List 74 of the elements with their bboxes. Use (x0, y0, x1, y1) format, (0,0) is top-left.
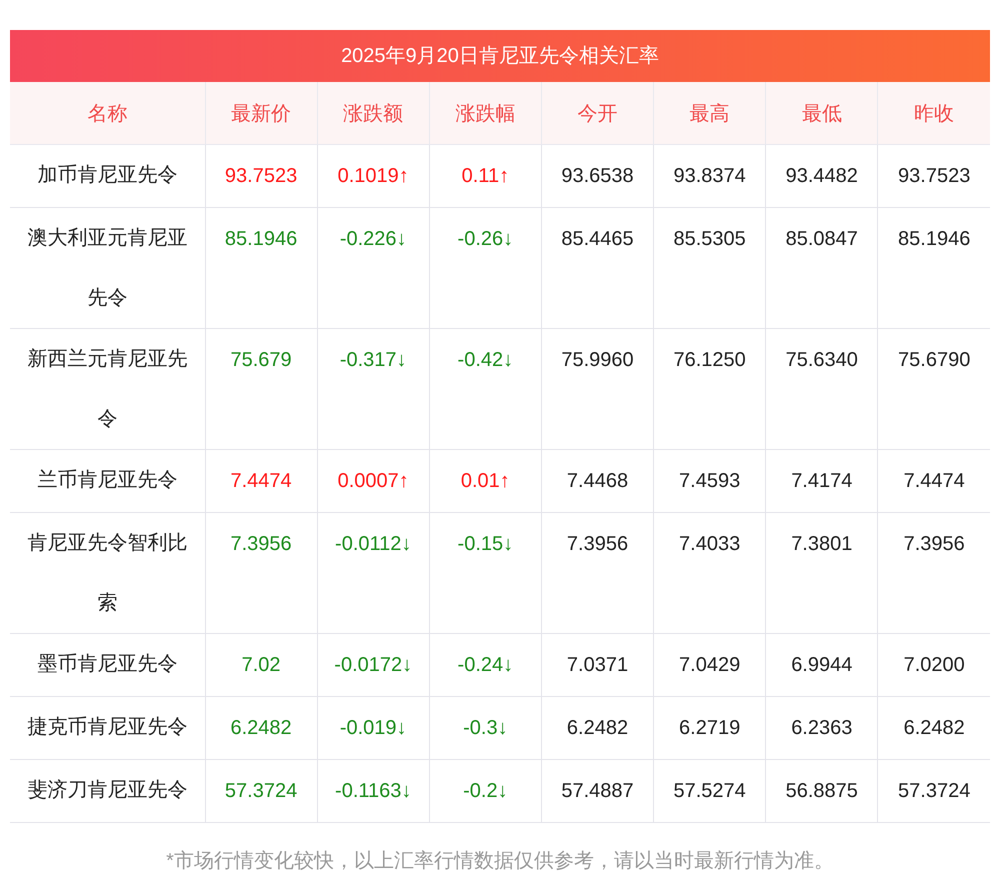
column-header: 昨收 (878, 82, 990, 144)
currency-pair-name: 捷克币肯尼亚先令 (10, 696, 205, 760)
footnote: *市场行情变化较快，以上汇率行情数据仅供参考，请以当时最新行情为准。 (165, 849, 835, 874)
high-price: 7.4593 (654, 450, 766, 512)
latest-price: 7.02 (205, 634, 318, 696)
latest-price: 7.4474 (205, 450, 318, 512)
open-price: 7.4468 (541, 450, 654, 512)
latest-price: 57.3724 (205, 760, 318, 822)
change-percent: -0.15↓ (429, 512, 542, 634)
low-price: 56.8875 (766, 760, 878, 822)
change-amount: -0.0112↓ (317, 512, 430, 634)
high-price: 76.1250 (654, 328, 766, 450)
column-header: 名称 (10, 82, 205, 144)
change-percent: -0.2↓ (429, 760, 542, 822)
currency-pair-name: 加币肯尼亚先令 (10, 144, 205, 208)
low-price: 7.4174 (766, 450, 878, 512)
open-price: 6.2482 (541, 696, 654, 760)
change-percent: -0.26↓ (429, 208, 542, 328)
change-amount: -0.226↓ (317, 208, 430, 328)
currency-pair-name: 肯尼亚先令智利比索 (10, 512, 205, 634)
latest-price: 7.3956 (205, 512, 318, 634)
high-price: 7.4033 (654, 512, 766, 634)
change-percent: -0.24↓ (429, 634, 542, 696)
change-percent: -0.42↓ (429, 328, 542, 450)
low-price: 7.3801 (766, 512, 878, 634)
latest-price: 93.7523 (205, 144, 318, 208)
high-price: 6.2719 (654, 696, 766, 760)
currency-pair-name: 新西兰元肯尼亚先令 (10, 328, 205, 450)
column-header: 涨跌额 (317, 82, 430, 144)
change-amount: 0.0007↑ (317, 450, 430, 512)
low-price: 75.6340 (766, 328, 878, 450)
column-header: 涨跌幅 (429, 82, 542, 144)
high-price: 57.5274 (654, 760, 766, 822)
high-price: 93.8374 (654, 144, 766, 208)
currency-pair-name: 兰币肯尼亚先令 (10, 450, 205, 512)
open-price: 75.9960 (541, 328, 654, 450)
low-price: 93.4482 (766, 144, 878, 208)
column-header: 今开 (541, 82, 654, 144)
column-header: 最新价 (205, 82, 318, 144)
change-percent: 0.01↑ (429, 450, 542, 512)
open-price: 85.4465 (541, 208, 654, 328)
open-price: 57.4887 (541, 760, 654, 822)
latest-price: 85.1946 (205, 208, 318, 328)
open-price: 7.3956 (541, 512, 654, 634)
latest-price: 75.679 (205, 328, 318, 450)
currency-pair-name: 墨币肯尼亚先令 (10, 634, 205, 696)
column-header: 最高 (654, 82, 766, 144)
change-amount: -0.1163↓ (317, 760, 430, 822)
latest-price: 6.2482 (205, 696, 318, 760)
change-amount: -0.019↓ (317, 696, 430, 760)
table-title: 2025年9月20日肯尼亚先令相关汇率 (10, 30, 990, 82)
previous-close: 93.7523 (878, 144, 990, 208)
previous-close: 6.2482 (878, 696, 990, 760)
previous-close: 7.0200 (878, 634, 990, 696)
change-percent: -0.3↓ (429, 696, 542, 760)
previous-close: 7.3956 (878, 512, 990, 634)
open-price: 93.6538 (541, 144, 654, 208)
column-header: 最低 (766, 82, 878, 144)
previous-close: 7.4474 (878, 450, 990, 512)
previous-close: 85.1946 (878, 208, 990, 328)
open-price: 7.0371 (541, 634, 654, 696)
change-percent: 0.11↑ (429, 144, 542, 208)
previous-close: 75.6790 (878, 328, 990, 450)
high-price: 7.0429 (654, 634, 766, 696)
change-amount: -0.0172↓ (317, 634, 430, 696)
change-amount: -0.317↓ (317, 328, 430, 450)
currency-pair-name: 澳大利亚元肯尼亚先令 (10, 208, 205, 328)
low-price: 6.2363 (766, 696, 878, 760)
previous-close: 57.3724 (878, 760, 990, 822)
currency-pair-name: 斐济刀肯尼亚先令 (10, 760, 205, 822)
low-price: 85.0847 (766, 208, 878, 328)
low-price: 6.9944 (766, 634, 878, 696)
change-amount: 0.1019↑ (317, 144, 430, 208)
high-price: 85.5305 (654, 208, 766, 328)
